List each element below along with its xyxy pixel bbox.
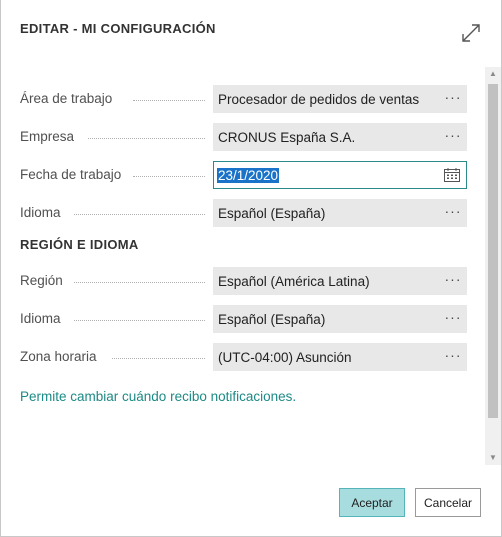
scroll-thumb[interactable] [488,84,498,418]
region-label: Región [20,273,63,288]
idioma2-ellipsis-icon[interactable]: ··· [439,310,467,329]
idioma2-label: Idioma [20,311,61,326]
idioma-label: Idioma [20,205,61,220]
dialog-border-left [0,0,1,537]
expand-icon[interactable] [459,21,483,45]
accept-button[interactable]: Aceptar [339,488,405,517]
leader-dots [88,138,205,139]
empresa-field[interactable]: CRONUS España S.A. ··· [213,123,467,151]
area-value: Procesador de pedidos de ventas [218,91,420,107]
leader-dots [74,282,205,283]
idioma-value: Español (España) [218,205,326,221]
leader-dots [74,320,205,321]
dialog-title: EDITAR - MI CONFIGURACIÓN [20,21,216,36]
area-label: Área de trabajo [20,91,113,106]
area-ellipsis-icon[interactable]: ··· [439,90,467,109]
fecha-input[interactable]: 23/1/2020 [213,161,467,189]
empresa-label: Empresa [20,129,75,144]
scroll-down-arrow-icon[interactable]: ▼ [485,451,501,465]
leader-dots [74,214,205,215]
fecha-value[interactable]: 23/1/2020 [217,167,280,183]
empresa-value: CRONUS España S.A. [218,129,356,145]
empresa-ellipsis-icon[interactable]: ··· [439,128,467,147]
leader-dots [133,176,205,177]
region-field[interactable]: Español (América Latina) ··· [213,267,467,295]
zona-value: (UTC-04:00) Asunción [218,349,352,365]
region-value: Español (América Latina) [218,273,370,289]
leader-dots [112,358,205,359]
idioma-field[interactable]: Español (España) ··· [213,199,467,227]
zona-ellipsis-icon[interactable]: ··· [439,348,467,367]
scroll-up-arrow-icon[interactable]: ▲ [485,67,501,81]
region-ellipsis-icon[interactable]: ··· [439,272,467,291]
leader-dots [133,100,205,101]
calendar-icon[interactable] [438,165,466,185]
zona-label: Zona horaria [20,349,97,364]
area-field[interactable]: Procesador de pedidos de ventas ··· [213,85,467,113]
cancel-button[interactable]: Cancelar [415,488,481,517]
notifications-link[interactable]: Permite cambiar cuándo recibo notificaci… [20,389,296,404]
idioma-ellipsis-icon[interactable]: ··· [439,204,467,223]
idioma2-field[interactable]: Español (España) ··· [213,305,467,333]
vertical-scrollbar[interactable]: ▲ ▼ [485,67,501,465]
zona-field[interactable]: (UTC-04:00) Asunción ··· [213,343,467,371]
idioma2-value: Español (España) [218,311,326,327]
fecha-label: Fecha de trabajo [20,167,122,182]
section-title-region: REGIÓN E IDIOMA [20,237,139,252]
